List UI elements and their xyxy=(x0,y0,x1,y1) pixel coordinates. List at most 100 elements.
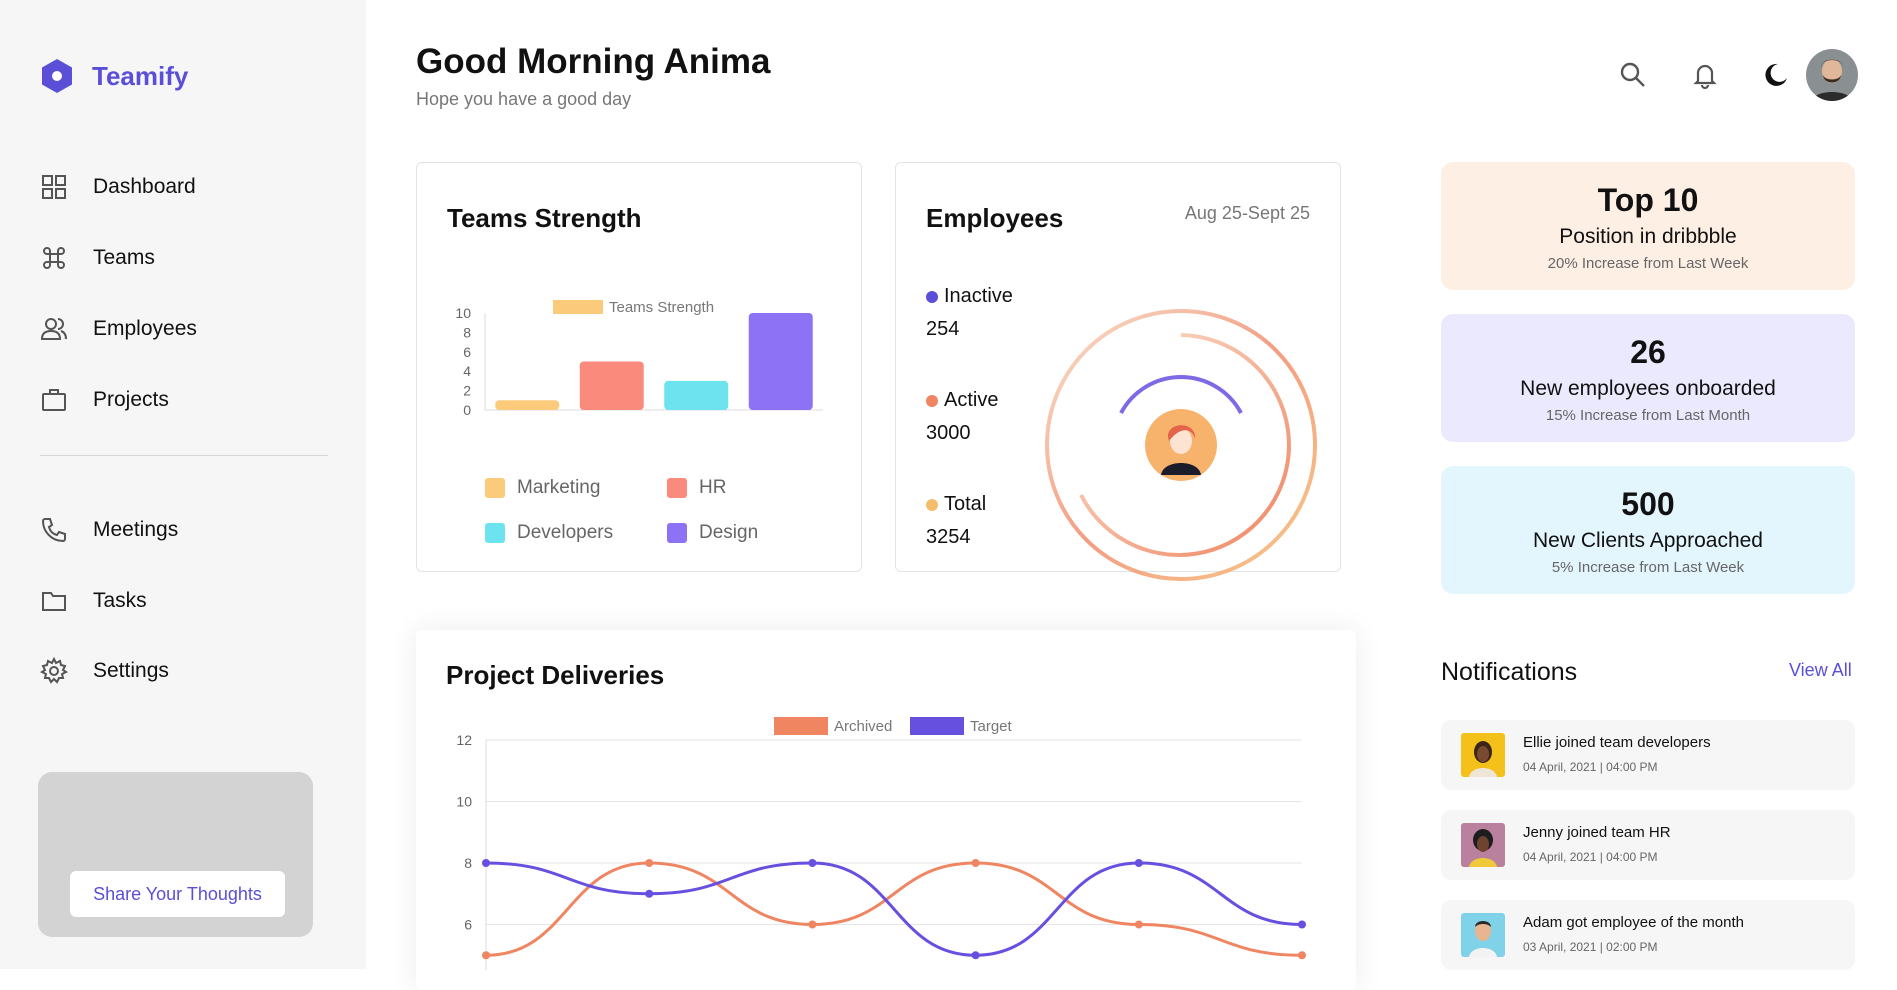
bar xyxy=(579,361,644,410)
legend-swatch xyxy=(485,478,505,498)
stat-big: 500 xyxy=(1621,486,1675,522)
brand-name: Teamify xyxy=(92,60,189,91)
data-point xyxy=(645,859,654,867)
sidebar-item-label: Teams xyxy=(93,246,155,269)
stat-value: 3254 xyxy=(926,526,971,548)
legend-label: Target xyxy=(970,718,1013,735)
stat-title: Position in dribbble xyxy=(1559,225,1737,248)
legend-label: Teams Strength xyxy=(609,299,714,316)
sidebar-item-dashboard[interactable]: Dashboard xyxy=(40,173,196,201)
notification-avatar xyxy=(1461,823,1505,867)
page-subtitle: Hope you have a good day xyxy=(416,89,632,109)
stat-title: New Clients Approached xyxy=(1533,529,1763,552)
stat-label: Inactive xyxy=(944,285,1013,307)
teams-strength-title: Teams Strength xyxy=(447,203,642,233)
notification-avatar xyxy=(1461,913,1505,957)
view-all-link[interactable]: View All xyxy=(1789,660,1852,681)
stat-value: 254 xyxy=(926,318,960,340)
legend-swatch xyxy=(485,523,505,543)
employees-card: Employees Aug 25-Sept 25 Inactive 254 Ac… xyxy=(895,162,1341,581)
stat-big: Top 10 xyxy=(1597,182,1699,218)
y-tick-label: 10 xyxy=(455,305,471,321)
teams-strength-card: Teams Strength Teams Strength1086420abcd… xyxy=(416,162,862,572)
sidebar-item-label: Dashboard xyxy=(93,175,196,198)
bar xyxy=(664,380,729,410)
stat-label: Active xyxy=(944,389,999,411)
folder-icon xyxy=(42,592,66,611)
stat-active: Active 3000 xyxy=(926,389,998,445)
logo-icon xyxy=(42,59,72,93)
series-line xyxy=(485,861,1303,957)
status-dot xyxy=(926,498,938,511)
legend-swatch xyxy=(910,717,964,735)
sidebar-item-meetings[interactable]: Meetings xyxy=(40,516,178,544)
data-point xyxy=(1298,951,1306,960)
sidebar-item-settings[interactable]: Settings xyxy=(40,657,169,685)
data-point xyxy=(1134,920,1143,929)
data-point xyxy=(1134,859,1143,867)
notification-date: 03 April, 2021 | 02:00 PM xyxy=(1523,940,1658,954)
share-thoughts-button[interactable]: Share Your Thoughts xyxy=(70,871,285,917)
page-title: Good Morning Anima xyxy=(416,42,771,81)
legend-swatch xyxy=(774,717,828,735)
gear-icon xyxy=(40,657,68,684)
notification-text: Adam got employee of the month xyxy=(1523,914,1744,931)
sidebar-item-label: Projects xyxy=(93,388,169,411)
notifications-title: Notifications xyxy=(1441,658,1578,686)
sidebar: Teamify Dashboard Teams Employees Projec… xyxy=(0,0,366,969)
brand[interactable]: Teamify xyxy=(40,58,188,94)
data-point xyxy=(808,920,817,929)
users-icon xyxy=(40,318,67,340)
bell-icon[interactable] xyxy=(1690,60,1720,90)
phone-icon xyxy=(41,518,66,543)
data-point xyxy=(482,859,490,867)
sidebar-item-employees[interactable]: Employees xyxy=(40,315,197,343)
sidebar-divider xyxy=(40,455,328,456)
y-tick-label: 12 xyxy=(456,732,472,748)
y-tick-label: 6 xyxy=(463,344,471,360)
sidebar-item-label: Employees xyxy=(93,317,197,340)
grid-icon xyxy=(42,175,66,199)
notification-text: Ellie joined team developers xyxy=(1523,734,1711,751)
project-deliveries-card: Project Deliveries Archived Target 12 10 8 6 xyxy=(416,630,1356,990)
stat-note: 5% Increase from Last Week xyxy=(1551,559,1745,576)
y-tick-label: 8 xyxy=(463,324,471,340)
share-thoughts-panel: Share Your Thoughts xyxy=(38,772,313,937)
stat-value: 3000 xyxy=(926,422,971,444)
employees-title: Employees xyxy=(926,203,1064,233)
notification-item[interactable]: Ellie joined team developers 04 April, 2… xyxy=(1441,720,1855,790)
bar xyxy=(748,313,813,410)
data-point xyxy=(645,889,654,898)
legend-swatch xyxy=(667,523,687,543)
notification-item[interactable]: Jenny joined team HR 04 April, 2021 | 04… xyxy=(1441,810,1855,880)
ring-inactive xyxy=(1119,375,1243,414)
employees-ring-chart xyxy=(1045,309,1317,581)
data-point xyxy=(808,859,817,867)
teams-strength-chart: Teams Strength1086420abcd xyxy=(455,299,823,418)
legend-design: Design xyxy=(667,522,758,544)
moon-icon[interactable] xyxy=(1760,60,1790,90)
search-icon[interactable] xyxy=(1618,60,1648,90)
user-avatar[interactable] xyxy=(1806,49,1858,101)
sidebar-item-tasks[interactable]: Tasks xyxy=(40,587,147,615)
legend-label: Marketing xyxy=(517,477,601,498)
y-tick-label: 8 xyxy=(464,855,472,871)
data-point xyxy=(482,951,490,960)
sidebar-item-projects[interactable]: Projects xyxy=(40,386,169,414)
stat-note: 15% Increase from Last Month xyxy=(1545,407,1751,424)
y-tick-label: 6 xyxy=(464,917,472,933)
sidebar-item-label: Settings xyxy=(93,659,169,682)
notification-item[interactable]: Adam got employee of the month 03 April,… xyxy=(1441,900,1855,970)
legend-swatch xyxy=(553,300,603,314)
stat-note: 20% Increase from Last Week xyxy=(1547,255,1749,272)
sidebar-item-teams[interactable]: Teams xyxy=(40,244,155,272)
sidebar-item-label: Tasks xyxy=(93,589,147,612)
y-tick-label: 2 xyxy=(463,383,471,399)
notification-date: 04 April, 2021 | 04:00 PM xyxy=(1523,850,1658,864)
date-range[interactable]: Aug 25-Sept 25 xyxy=(1185,203,1310,224)
sidebar-item-label: Meetings xyxy=(93,518,179,541)
stat-total: Total 3254 xyxy=(926,493,986,549)
briefcase-icon xyxy=(42,389,66,411)
y-tick-label: 0 xyxy=(463,402,471,418)
notification-text: Jenny joined team HR xyxy=(1523,824,1671,841)
